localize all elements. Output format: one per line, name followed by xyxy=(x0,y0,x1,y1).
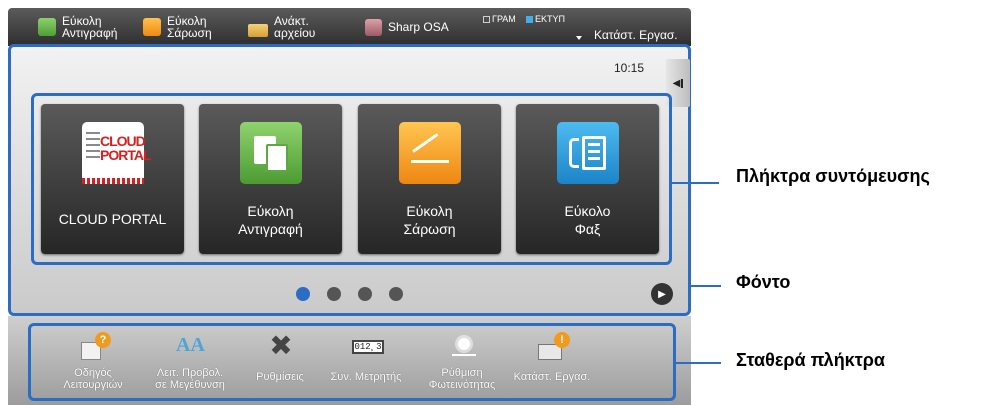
shortcut-key-easy-scan[interactable]: Εύκολη Σάρωση xyxy=(358,104,501,254)
page-indicator xyxy=(296,287,420,301)
shortcut-key-label: CLOUD PORTAL xyxy=(58,211,167,227)
indicator-square xyxy=(526,15,533,23)
fixed-key-label: Ρυθμίσεις xyxy=(256,371,304,383)
fixed-key-label: Κατάστ. Εργασ. xyxy=(513,371,591,383)
fixed-key-label: Ρύθμιση Φωτεινότητας xyxy=(428,367,496,391)
top-bar-easy-copy[interactable]: Εύκολη Αντιγραφή xyxy=(38,8,117,46)
scan-icon xyxy=(143,18,161,36)
page-dot[interactable] xyxy=(327,287,341,301)
page-dot[interactable] xyxy=(358,287,372,301)
fixed-key-job-status[interactable]: ! Κατάστ. Εργασ. xyxy=(506,328,598,400)
shortcut-keys-panel: CLOUD PORTAL CLOUD PORTAL Εύκολη Αντιγρα… xyxy=(31,93,672,265)
top-bar-file-retrieve[interactable]: Ανάκτ. αρχείου xyxy=(248,8,315,46)
shortcut-key-label: Εύκολη Αντιγραφή xyxy=(238,203,303,237)
indicator-label: ΕΚΤΥΠ xyxy=(535,14,566,24)
top-bar: Εύκολη Αντιγραφή Εύκολη Σάρωση Ανάκτ. αρ… xyxy=(8,8,691,46)
fixed-key-settings[interactable]: ✖ Ρυθμίσεις xyxy=(234,328,326,400)
cloud-portal-icon: CLOUD PORTAL xyxy=(82,122,152,184)
fixed-key-total-count[interactable]: 012¸3 Συν. Μετρητής xyxy=(320,328,412,400)
next-page-button[interactable]: ▶ xyxy=(651,283,673,305)
page-dot[interactable] xyxy=(296,287,310,301)
callout-shortcut-keys: Πλήκτρα συντόμευσης xyxy=(736,166,930,186)
top-bar-easy-scan[interactable]: Εύκολη Σάρωση xyxy=(143,8,212,46)
cloud-portal-logo-text: CLOUD PORTAL xyxy=(100,133,152,163)
fixed-key-operation-guide[interactable]: ? Οδηγός Λειτουργιών xyxy=(47,328,139,400)
bar-icon xyxy=(681,78,684,88)
fixed-key-zoom-display[interactable]: AA Λειτ. Προβολ. σε Μεγέθυνση xyxy=(144,328,236,400)
fixed-key-label: Λειτ. Προβολ. σε Μεγέθυνση xyxy=(155,367,225,391)
fax-icon xyxy=(557,122,619,184)
copy-icon xyxy=(240,122,302,184)
indicator-square xyxy=(483,15,490,23)
top-bar-sharp-osa[interactable]: Sharp OSA xyxy=(365,8,449,46)
top-bar-item-label: Εύκολη Αντιγραφή xyxy=(62,14,118,40)
shortcut-key-label: Εύκολο Φαξ xyxy=(564,203,611,237)
callout-fixed-keys: Σταθερά πλήκτρα xyxy=(736,350,885,370)
job-status-icon: ! xyxy=(538,332,570,360)
dropdown-arrow-icon[interactable] xyxy=(576,36,582,40)
device-screen: Εύκολη Αντιγραφή Εύκολη Σάρωση Ανάκτ. αρ… xyxy=(0,0,697,405)
shortcut-key-cloud-portal[interactable]: CLOUD PORTAL CLOUD PORTAL xyxy=(41,104,184,254)
copy-icon xyxy=(38,18,56,36)
fixed-key-label: Οδηγός Λειτουργιών xyxy=(63,367,123,391)
job-status-button[interactable]: Κατάστ. Εργασ. xyxy=(594,28,678,42)
clock: 10:15 xyxy=(614,61,645,75)
print-indicator: ΕΚΤΥΠ xyxy=(526,14,565,24)
shortcut-key-easy-copy[interactable]: Εύκολη Αντιγραφή xyxy=(199,104,342,254)
folder-icon xyxy=(248,23,268,37)
fixed-keys-panel: ? Οδηγός Λειτουργιών AA Λειτ. Προβολ. σε… xyxy=(28,323,676,401)
page-dot[interactable] xyxy=(389,287,403,301)
data-indicator: ΓΡΑΜ xyxy=(483,14,516,24)
scan-icon xyxy=(399,122,461,184)
indicator-label: ΓΡΑΜ xyxy=(492,14,516,24)
shortcut-key-easy-fax[interactable]: Εύκολο Φαξ xyxy=(516,104,659,254)
callout-background: Φόντο xyxy=(736,272,791,292)
callout-line-shortcut-keys xyxy=(669,182,719,184)
fixed-key-label: Συν. Μετρητής xyxy=(330,371,402,383)
callout-line-fixed-keys xyxy=(676,362,721,364)
settings-icon: ✖ xyxy=(269,330,293,361)
guide-icon: ? xyxy=(79,332,111,360)
shortcut-key-label: Εύκολη Σάρωση xyxy=(403,203,456,237)
top-bar-item-label: Sharp OSA xyxy=(388,20,449,34)
zoom-display-icon: AA xyxy=(176,334,205,356)
brightness-icon xyxy=(448,332,478,360)
top-bar-item-label: Εύκολη Σάρωση xyxy=(167,14,212,40)
top-bar-item-label: Ανάκτ. αρχείου xyxy=(274,14,316,40)
counter-icon: 012¸3 xyxy=(352,332,384,360)
arrow-left-icon: ◀ xyxy=(672,77,681,89)
callout-line-background xyxy=(691,285,721,287)
fixed-key-brightness[interactable]: Ρύθμιση Φωτεινότητας xyxy=(416,328,508,400)
background-area: 10:15 ◀ CLOUD PORTAL CLOUD PORTAL Εύκολη… xyxy=(8,44,691,316)
osa-icon xyxy=(365,18,382,36)
